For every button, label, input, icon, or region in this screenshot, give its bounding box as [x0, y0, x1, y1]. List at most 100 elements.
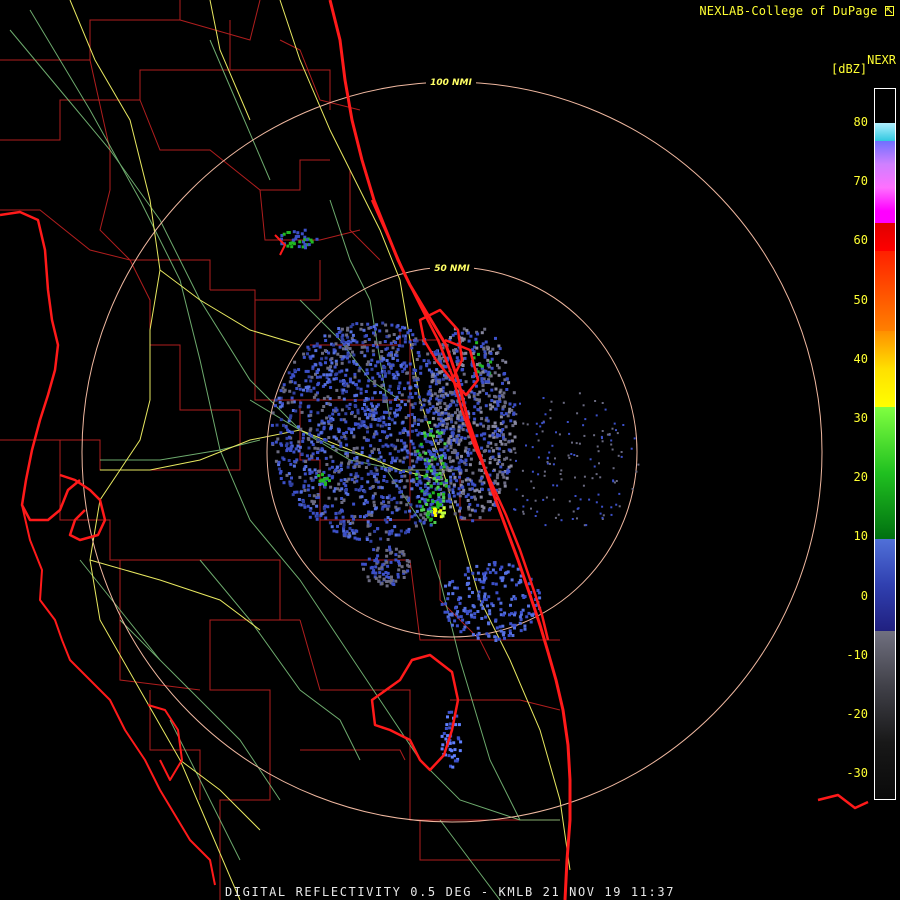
echo-pixel: [458, 509, 461, 513]
echo-pixel: [599, 476, 602, 479]
echo-pixel: [455, 624, 459, 628]
echo-pixel: [423, 462, 427, 466]
echo-pixel: [390, 323, 394, 327]
echo-pixel: [414, 391, 418, 395]
echo-pixel: [407, 399, 411, 403]
echo-pixel: [399, 501, 403, 505]
echo-pixel: [556, 484, 559, 487]
echo-pixel: [418, 475, 422, 479]
echo-pixel: [366, 349, 369, 353]
echo-pixel: [458, 749, 462, 753]
echo-pixel: [502, 475, 506, 479]
echo-pixel: [328, 380, 332, 384]
echo-pixel: [311, 511, 315, 515]
echo-pixel: [351, 333, 355, 337]
echo-pixel: [574, 476, 576, 479]
echo-pixel: [512, 447, 516, 451]
echo-pixel: [385, 548, 389, 552]
echo-pixel: [310, 440, 314, 444]
echo-pixel: [313, 446, 317, 450]
echo-pixel: [414, 369, 418, 373]
echo-pixel: [527, 604, 530, 608]
echo-pixel: [342, 380, 346, 384]
echo-pixel: [322, 373, 326, 377]
echo-pixel: [467, 339, 471, 343]
echo-pixel: [412, 375, 416, 379]
echo-pixel: [282, 232, 286, 236]
echo-pixel: [511, 564, 515, 568]
echo-pixel: [421, 516, 425, 520]
echo-pixel: [474, 497, 477, 501]
echo-pixel: [498, 397, 502, 401]
echo-pixel: [432, 434, 435, 438]
echo-pixel: [371, 408, 375, 412]
echo-pixel: [328, 373, 332, 377]
echo-pixel: [317, 423, 321, 427]
echo-pixel: [507, 448, 511, 452]
echo-pixel: [402, 553, 406, 556]
echo-pixel: [535, 422, 538, 425]
echo-pixel: [408, 509, 412, 513]
echo-pixel: [419, 504, 422, 508]
echo-pixel: [410, 479, 414, 483]
echo-pixel: [477, 594, 481, 598]
echo-pixel: [287, 419, 291, 423]
echo-pixel: [396, 358, 400, 362]
echo-pixel: [307, 243, 311, 247]
echo-pixel: [452, 351, 456, 355]
echo-pixel: [504, 425, 508, 429]
echo-pixel: [503, 481, 507, 485]
echo-pixel: [459, 615, 463, 619]
echo-pixel: [420, 489, 424, 493]
echo-pixel: [372, 382, 376, 385]
echo-pixel: [384, 347, 388, 351]
echo-pixel: [450, 451, 454, 454]
echo-pixel: [426, 498, 430, 502]
echo-pixel: [427, 390, 431, 394]
echo-pixel: [493, 400, 497, 404]
echo-pixel: [488, 434, 492, 438]
echo-pixel: [312, 386, 316, 390]
echo-pixel: [353, 372, 357, 376]
echo-pixel: [319, 431, 323, 435]
echo-pixel: [546, 456, 549, 459]
echo-pixel: [578, 442, 581, 445]
echo-pixel: [385, 329, 389, 333]
echo-pixel: [398, 490, 402, 494]
echo-pixel: [461, 480, 464, 484]
echo-pixel: [500, 442, 504, 446]
echo-pixel: [475, 346, 479, 350]
echo-pixel: [497, 373, 501, 377]
echo-pixel: [326, 395, 330, 399]
echo-pixel: [352, 353, 356, 357]
echo-pixel: [448, 581, 452, 585]
echo-pixel: [601, 430, 604, 432]
echo-pixel: [340, 408, 344, 412]
echo-pixel: [345, 333, 349, 337]
echo-pixel: [352, 502, 356, 506]
echo-pixel: [447, 618, 451, 622]
echo-pixel: [376, 527, 379, 531]
echo-pixel: [427, 409, 431, 413]
echo-pixel: [601, 516, 604, 519]
echo-pixel: [612, 479, 615, 482]
echo-pixel: [475, 423, 479, 427]
echo-pixel: [495, 626, 499, 630]
echo-pixel: [489, 352, 493, 355]
echo-pixel: [406, 430, 410, 434]
echo-pixel: [282, 383, 286, 387]
echo-pixel: [477, 631, 481, 635]
echo-pixel: [396, 575, 400, 579]
echo-pixel: [370, 510, 374, 514]
echo-pixel: [365, 346, 369, 350]
echo-pixel: [395, 354, 399, 358]
echo-pixel: [275, 423, 279, 427]
echo-pixel: [620, 455, 623, 458]
echo-pixel: [544, 413, 547, 416]
echo-pixel: [366, 524, 370, 528]
echo-pixel: [349, 377, 352, 381]
echo-pixel: [519, 610, 523, 614]
echo-pixel: [544, 524, 547, 527]
echo-pixel: [372, 548, 376, 552]
echo-pixel: [470, 508, 474, 512]
